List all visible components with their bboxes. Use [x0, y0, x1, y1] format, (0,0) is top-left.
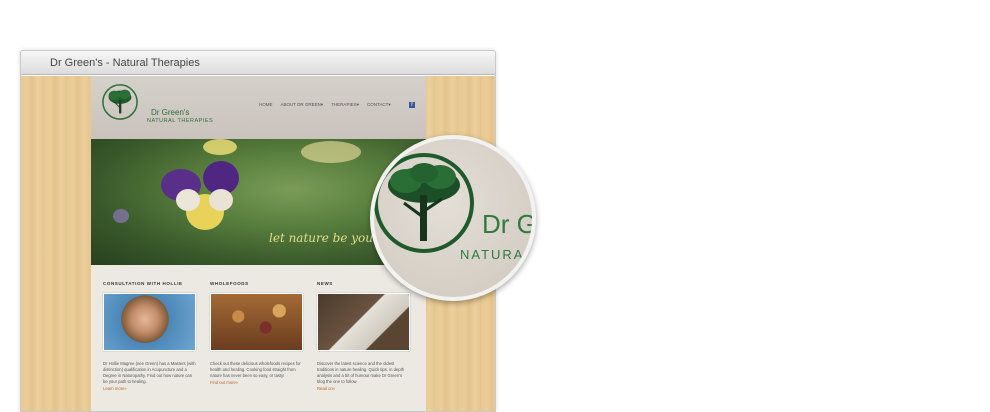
column-text: Discover the latest science and the olde…: [317, 361, 405, 384]
column-heading: WHOLEFOODS: [210, 281, 249, 286]
find-out-more-link[interactable]: Find out more»: [210, 380, 303, 385]
tree-logo-icon[interactable]: [101, 83, 139, 121]
brand-name: Dr Green's: [151, 108, 190, 117]
column-news: NEWS Discover the latest science and the…: [317, 281, 410, 391]
nav-about[interactable]: ABOUT DR GREEN▾: [281, 102, 324, 108]
nav-therapies[interactable]: THERAPIES▾: [331, 102, 359, 108]
learn-more-link[interactable]: Learn more»: [103, 386, 196, 391]
magnified-brand-name: Dr G: [482, 209, 536, 239]
tree-logo-magnified-icon: [374, 153, 474, 253]
magnified-brand-subtitle: NATURA: [460, 247, 525, 262]
window-title: Dr Green's - Natural Therapies: [50, 56, 200, 69]
column-wholefoods: WHOLEFOODS Check out these delicious who…: [210, 281, 303, 391]
column-text: Check out these delicious wholefoods rec…: [210, 361, 301, 378]
brand-subtitle: NATURAL THERAPIES: [147, 118, 214, 124]
wholefoods-photo[interactable]: [210, 293, 303, 351]
nav-home[interactable]: HOME: [259, 102, 273, 108]
column-text: Dr Hollie Magree (nee Green) has a Maste…: [103, 361, 196, 384]
feature-columns: CONSULTATION WITH HOLLIE Dr Hollie Magre…: [103, 281, 410, 391]
read-on-link[interactable]: Read on»: [317, 386, 410, 391]
column-consultation: CONSULTATION WITH HOLLIE Dr Hollie Magre…: [103, 281, 196, 391]
hollie-photo[interactable]: [103, 293, 196, 351]
site-header: Dr Green's NATURAL THERAPIES HOME ABOUT …: [91, 76, 426, 139]
logo-magnifier: Dr G NATURA: [370, 135, 536, 301]
main-nav: HOME ABOUT DR GREEN▾ THERAPIES▾ CONTACT▾: [259, 102, 391, 108]
newspaper-photo[interactable]: [317, 293, 410, 351]
facebook-icon[interactable]: f: [409, 102, 415, 108]
column-heading: CONSULTATION WITH HOLLIE: [103, 281, 183, 286]
column-heading: NEWS: [317, 281, 333, 286]
nav-contact[interactable]: CONTACT▾: [367, 102, 391, 108]
window-titlebar[interactable]: Dr Green's - Natural Therapies: [21, 51, 495, 75]
site-brand[interactable]: Dr Green's NATURAL THERAPIES: [147, 109, 213, 125]
